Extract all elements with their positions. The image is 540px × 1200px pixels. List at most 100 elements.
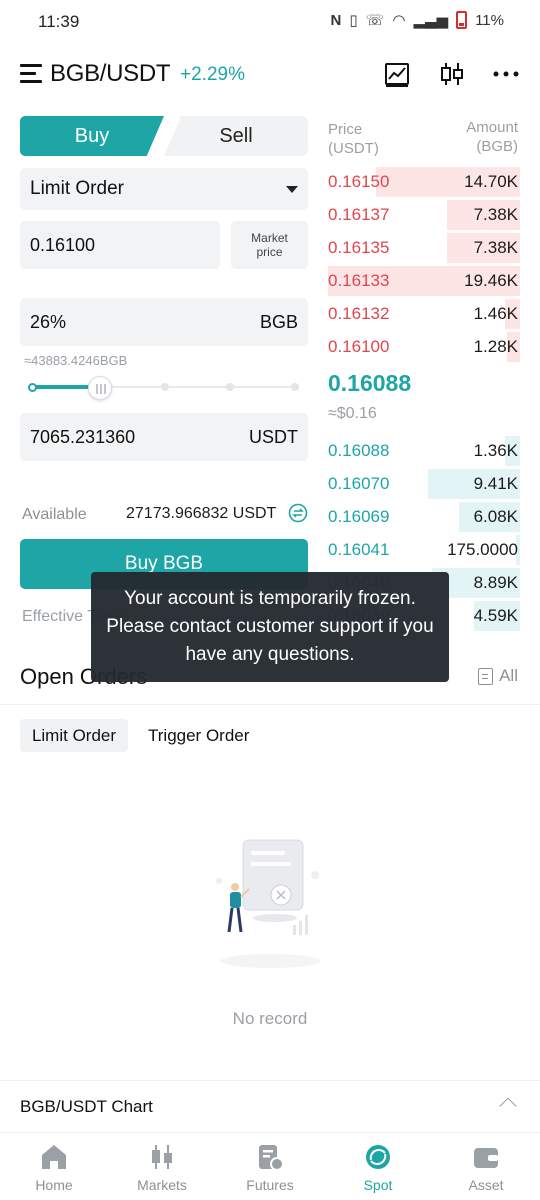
- bottom-nav: Home Markets Futures Spot Asset: [0, 1132, 540, 1200]
- orderbook-row[interactable]: 0.16041 175.0000: [328, 535, 520, 565]
- total-input[interactable]: 7065.231360 USDT: [20, 413, 308, 461]
- tab-trigger-order[interactable]: Trigger Order: [148, 719, 249, 752]
- price-input[interactable]: 0.16100: [20, 221, 220, 269]
- divider: [0, 704, 540, 705]
- orderbook-price: 0.16069: [328, 507, 390, 526]
- orderbook-amount: 1.28K: [473, 337, 518, 356]
- empty-state-illustration: [216, 839, 320, 968]
- orderbook-row[interactable]: 0.16150 14.70K: [328, 167, 520, 197]
- last-price-usd: ≈$0.16: [328, 405, 377, 422]
- orderbook-amount: 9.41K: [473, 474, 518, 493]
- orderbook-price: 0.16100: [328, 337, 390, 356]
- orderbook-price: 0.16070: [328, 474, 390, 493]
- orderbook-price: 0.16132: [328, 304, 390, 323]
- slider-step-dot[interactable]: [226, 383, 234, 391]
- orderbook-amount: 1.36K: [473, 441, 518, 460]
- orderbook-row[interactable]: 0.16069 6.08K: [328, 502, 520, 532]
- orderbook-row[interactable]: 0.16135 7.38K: [328, 233, 520, 263]
- orderbook-row[interactable]: 0.16100 1.28K: [328, 332, 520, 362]
- orderbook-price: 0.16133: [328, 271, 390, 290]
- chart-section-label: BGB/USDT Chart: [20, 1097, 153, 1116]
- available-value: 27173.966832 USDT: [126, 505, 277, 522]
- amount-input[interactable]: 26% BGB: [20, 298, 308, 346]
- orderbook-price: 0.16088: [328, 441, 390, 460]
- status-icons: N ▯ ☏ ◠ ▂▃▅ 11%: [330, 11, 504, 29]
- price-value: 0.16100: [30, 234, 96, 255]
- available-label: Available: [22, 506, 87, 523]
- status-time: 11:39: [38, 12, 80, 31]
- chart-icon[interactable]: [383, 60, 411, 88]
- slider-step-dot[interactable]: [161, 383, 169, 391]
- buy-tab[interactable]: Buy: [20, 116, 164, 156]
- wifi-call-icon: ☏: [365, 12, 385, 29]
- transfer-icon[interactable]: [288, 503, 308, 523]
- all-orders-link[interactable]: All: [478, 666, 518, 686]
- orderbook-price: 0.16041: [328, 540, 390, 559]
- orderbook-amount: 14.70K: [464, 172, 518, 191]
- document-icon: [478, 667, 494, 685]
- nav-asset[interactable]: Asset: [432, 1133, 540, 1200]
- nav-futures[interactable]: Futures: [216, 1133, 324, 1200]
- order-type-select[interactable]: Limit Order: [20, 168, 308, 210]
- nav-label: Spot: [363, 1177, 393, 1193]
- vibrate-icon: ▯: [349, 12, 358, 29]
- slider-step-dot[interactable]: [291, 383, 299, 391]
- orderbook-amount-header: Amount (BGB): [466, 119, 518, 155]
- orderbook-row[interactable]: 0.16070 9.41K: [328, 469, 520, 499]
- order-type-value: Limit Order: [30, 178, 124, 199]
- orderbook-amount: 175.0000: [447, 540, 518, 559]
- orderbook-price-header: Price (USDT): [328, 121, 379, 157]
- wallet-icon: [474, 1148, 498, 1168]
- battery-percent: 11%: [475, 11, 504, 29]
- orderbook-amount: 4.59K: [473, 606, 518, 625]
- orderbook-row[interactable]: 0.16132 1.46K: [328, 299, 520, 329]
- sell-tab[interactable]: Sell: [164, 116, 308, 156]
- pair-change: +2.29%: [180, 64, 245, 85]
- orderbook-row[interactable]: 0.16133 19.46K: [328, 266, 520, 296]
- tab-limit-order[interactable]: Limit Order: [20, 719, 128, 752]
- home-icon: [42, 1145, 66, 1169]
- amount-value: 26%: [30, 311, 67, 332]
- battery-icon: [456, 11, 468, 29]
- candlestick-icon[interactable]: [438, 60, 466, 88]
- orderbook-amount: 7.38K: [473, 238, 518, 257]
- orderbook-row[interactable]: 0.16088 1.36K: [328, 436, 520, 466]
- nav-label: Home: [35, 1177, 73, 1193]
- nfc-icon: N: [330, 11, 342, 29]
- slider-start-dot[interactable]: [28, 383, 37, 392]
- amount-slider-thumb[interactable]: [87, 376, 112, 400]
- empty-state-text: No record: [232, 1009, 308, 1028]
- nav-spot[interactable]: Spot: [324, 1133, 432, 1200]
- signal-icon: ▂▃▅: [413, 12, 449, 29]
- futures-icon: [259, 1145, 284, 1171]
- approx-amount: ≈43883.4246BGB: [24, 353, 128, 368]
- orderbook-amount: 19.46K: [464, 271, 518, 290]
- orderbook-amount: 1.46K: [473, 304, 518, 323]
- more-icon[interactable]: [492, 60, 520, 88]
- orderbook-amount: 6.08K: [473, 507, 518, 526]
- pair-title[interactable]: BGB/USDT: [50, 60, 171, 88]
- nav-label: Markets: [137, 1177, 187, 1193]
- amount-unit: BGB: [259, 311, 298, 332]
- nav-markets[interactable]: Markets: [108, 1133, 216, 1200]
- frozen-account-toast: Your account is temporarily frozen. Plea…: [91, 572, 449, 682]
- market-price-button[interactable]: Market price: [231, 221, 308, 269]
- nav-label: Asset: [468, 1177, 504, 1193]
- total-value: 7065.231360: [30, 426, 136, 447]
- spot-icon: [366, 1145, 390, 1169]
- orderbook-row[interactable]: 0.16137 7.38K: [328, 200, 520, 230]
- last-price: 0.16088: [328, 370, 412, 396]
- all-label: All: [499, 666, 518, 685]
- orderbook-price: 0.16135: [328, 238, 390, 257]
- nav-label: Futures: [246, 1177, 294, 1193]
- orderbook-price: 0.16137: [328, 205, 390, 224]
- menu-icon[interactable]: [20, 64, 44, 84]
- total-unit: USDT: [249, 426, 298, 447]
- nav-home[interactable]: Home: [0, 1133, 108, 1200]
- status-bar: 11:39 N ▯ ☏ ◠ ▂▃▅ 11%: [0, 0, 540, 44]
- wifi-icon: ◠: [392, 12, 406, 29]
- orderbook-amount: 8.89K: [473, 573, 518, 592]
- candlestick-icon: [152, 1145, 172, 1169]
- orderbook-amount: 7.38K: [473, 205, 518, 224]
- orderbook-price: 0.16150: [328, 172, 390, 191]
